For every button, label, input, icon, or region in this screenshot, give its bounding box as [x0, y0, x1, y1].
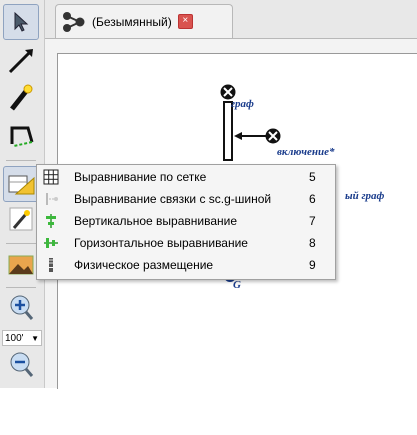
- tab-bar: (Безымянный) ×: [45, 0, 417, 39]
- magic-button[interactable]: [4, 202, 38, 236]
- toolbar-separator: [6, 287, 36, 288]
- close-tab-icon[interactable]: ×: [177, 14, 193, 29]
- layout-ruler-icon: [8, 175, 35, 195]
- bus-bar: [223, 101, 233, 161]
- menu-item-physics-layout[interactable]: Физическое размещение 9: [37, 254, 335, 276]
- bus-mode-button[interactable]: [4, 80, 38, 114]
- chevron-down-icon: ▼: [31, 334, 39, 343]
- toolbar-separator: [6, 243, 36, 244]
- menu-item-label: Физическое размещение: [74, 258, 214, 272]
- menu-item-shortcut: 7: [309, 214, 316, 228]
- menu-item-label: Выравнивание по сетке: [74, 170, 207, 184]
- layout-popup-menu: Выравнивание по сетке 5 Выравнивание свя…: [36, 164, 336, 280]
- label-inclusion: включение*: [277, 146, 335, 158]
- label-graph-partial: ый граф: [345, 190, 385, 202]
- menu-item-shortcut: 9: [309, 258, 316, 272]
- menu-item-shortcut: 8: [309, 236, 316, 250]
- menu-item-bus-align[interactable]: Выравнивание связки с sc.g-шиной 6: [37, 188, 335, 210]
- label-graph: граф: [231, 98, 254, 110]
- zoom-out-button[interactable]: [4, 347, 38, 381]
- menu-item-label: Выравнивание связки с sc.g-шиной: [74, 192, 272, 206]
- physics-layout-icon: [49, 258, 53, 272]
- contour-mode-button[interactable]: [4, 118, 38, 152]
- layout-button[interactable]: [3, 166, 39, 202]
- zoom-in-button[interactable]: [4, 290, 38, 324]
- tab-title: (Безымянный): [92, 14, 172, 29]
- arc-arrow-icon: [8, 49, 33, 74]
- zoom-out-icon: [10, 352, 34, 377]
- label-g: G: [233, 279, 241, 291]
- bus-icon: [10, 84, 33, 111]
- horizontal-align-icon: [44, 238, 58, 248]
- image-icon: [8, 255, 34, 275]
- menu-item-shortcut: 5: [309, 170, 316, 184]
- contour-icon: [10, 126, 34, 147]
- pointer-arrow-icon: [14, 11, 29, 32]
- tab-untitled[interactable]: (Безымянный) ×: [55, 4, 233, 38]
- menu-item-grid-align[interactable]: Выравнивание по сетке 5: [37, 166, 335, 188]
- menu-item-label: Горизонтальное выравнивание: [74, 236, 248, 250]
- toolbar-separator: [6, 160, 36, 161]
- vertical-align-icon: [46, 214, 56, 228]
- zoom-select[interactable]: 100' ▼: [2, 330, 42, 346]
- grid-icon: [43, 169, 59, 185]
- export-image-button[interactable]: [4, 248, 38, 282]
- menu-item-horizontal-align[interactable]: Горизонтальное выравнивание 8: [37, 232, 335, 254]
- zoom-value: 100': [5, 333, 24, 344]
- magic-wand-icon: [9, 207, 33, 231]
- graph-file-icon: [63, 11, 85, 32]
- menu-item-vertical-align[interactable]: Вертикальное выравнивание 7: [37, 210, 335, 232]
- pair-mode-button[interactable]: [4, 44, 38, 78]
- menu-item-label: Вертикальное выравнивание: [74, 214, 238, 228]
- bus-align-icon: [46, 193, 58, 205]
- menu-item-shortcut: 6: [309, 192, 316, 206]
- zoom-in-icon: [10, 295, 34, 320]
- selection-mode-button[interactable]: [3, 4, 39, 40]
